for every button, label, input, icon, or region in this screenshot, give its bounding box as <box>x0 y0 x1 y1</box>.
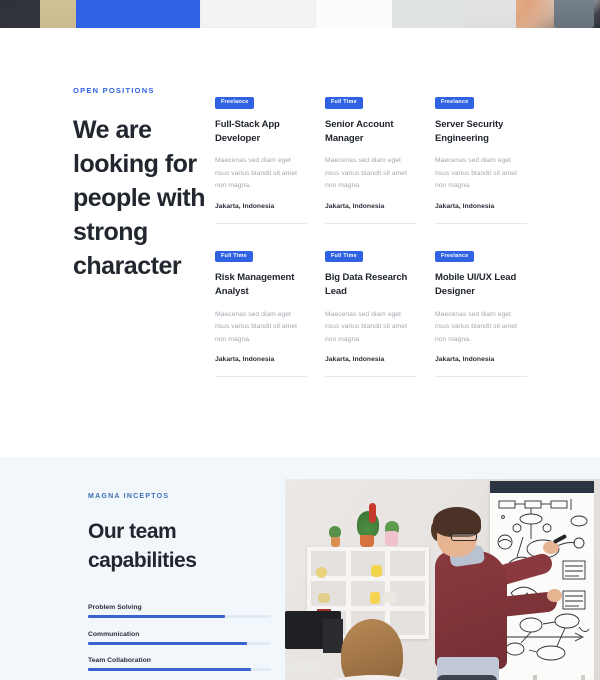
job-type-badge: Freelance <box>215 97 255 109</box>
skill-progress-track <box>88 668 271 672</box>
capabilities-eyebrow: MAGNA INCEPTOS <box>88 493 170 501</box>
photo-shelf-object <box>318 593 330 604</box>
open-positions-section: OPEN POSITIONS We are looking for people… <box>0 28 600 398</box>
job-card[interactable]: Full Time Risk Management Analyst Maecen… <box>215 244 307 378</box>
top-cutoff-strip: consectetur adipiscing elit. consectetur… <box>0 0 600 28</box>
photo-flipchart-leg <box>533 675 537 680</box>
job-title[interactable]: Big Data Research Lead <box>325 271 417 300</box>
open-positions-eyebrow: OPEN POSITIONS <box>73 86 155 95</box>
strip-photo-right <box>464 0 600 28</box>
job-description: Maecenas sed diam eget risus varius blan… <box>325 310 407 343</box>
job-description: Maecenas sed diam eget risus varius blan… <box>215 157 297 190</box>
photo-presenter-torso <box>435 551 507 670</box>
skill-progress-fill <box>88 615 226 619</box>
job-location: Jakarta, Indonesia <box>325 356 385 364</box>
photo-shelf-object <box>370 592 380 605</box>
strip-card-white[interactable]: consectetur adipiscing elit. <box>200 0 316 28</box>
team-photo <box>285 479 600 680</box>
strip-card-row: consectetur adipiscing elit. consectetur… <box>0 0 600 28</box>
skill-progress-track <box>88 615 271 619</box>
skill-progress-track <box>88 641 271 645</box>
photo-presenter-glasses <box>451 533 477 542</box>
job-title[interactable]: Full-Stack App Developer <box>215 118 307 147</box>
job-title[interactable]: Server Security Engineering <box>435 118 527 147</box>
job-title[interactable]: Senior Account Manager <box>325 118 417 147</box>
job-card[interactable]: Full Time Big Data Research Lead Maecena… <box>325 244 417 378</box>
photo-shelf-object <box>383 591 396 604</box>
job-location: Jakarta, Indonesia <box>215 202 275 210</box>
job-cards-grid: Freelance Full-Stack App Developer Maece… <box>215 86 600 397</box>
job-card[interactable]: Freelance Mobile UI/UX Lead Designer Mae… <box>435 244 527 378</box>
team-capabilities-section: MAGNA INCEPTOS Our team capabilities Pro… <box>0 457 600 680</box>
photo-foreground-person-head <box>341 619 403 680</box>
skills-list: Problem Solving Communication Team Colla… <box>88 604 271 680</box>
strip-gap <box>316 0 392 28</box>
job-description: Maecenas sed diam eget risus varius blan… <box>215 310 297 343</box>
job-type-badge: Full Time <box>325 97 363 109</box>
job-title[interactable]: Risk Management Analyst <box>215 271 307 300</box>
job-description: Maecenas sed diam eget risus varius blan… <box>435 310 517 343</box>
photo-plant-pot <box>331 537 340 548</box>
photo-presenter-jeans <box>437 675 497 680</box>
photo-flipchart-header <box>490 481 594 494</box>
skill-progress-fill <box>88 641 248 645</box>
photo-monitor-side <box>323 619 343 654</box>
job-type-badge: Freelance <box>435 97 475 109</box>
job-title[interactable]: Mobile UI/UX Lead Designer <box>435 271 527 300</box>
job-type-badge: Freelance <box>435 250 475 263</box>
strip-card-gray <box>392 0 464 28</box>
capabilities-title: Our team capabilities <box>88 520 197 573</box>
capabilities-content: MAGNA INCEPTOS Our team capabilities Pro… <box>0 457 285 680</box>
photo-flowchart-drawing <box>497 499 590 661</box>
photo-flipchart-leg <box>581 675 585 680</box>
open-positions-intro: OPEN POSITIONS We are looking for people… <box>0 86 215 397</box>
photo-plant-pot <box>385 531 398 547</box>
strip-photo-left <box>0 0 76 28</box>
job-card[interactable]: Full Time Senior Account Manager Maecena… <box>325 90 417 224</box>
skill-progress-fill <box>88 668 251 672</box>
job-location: Jakarta, Indonesia <box>215 356 275 364</box>
job-location: Jakarta, Indonesia <box>435 202 495 210</box>
skill-item: Communication <box>88 631 271 645</box>
skill-item: Problem Solving <box>88 604 271 619</box>
open-positions-headline: We are looking for people with strong ch… <box>73 116 206 280</box>
job-type-badge: Full Time <box>215 250 253 263</box>
job-card[interactable]: Freelance Full-Stack App Developer Maece… <box>215 90 307 224</box>
photo-plant-pot <box>360 535 374 548</box>
skill-item: Team Collaboration <box>88 657 271 672</box>
strip-card-blue[interactable]: consectetur adipiscing elit. <box>76 0 200 28</box>
job-type-badge: Full Time <box>325 250 363 263</box>
skill-label: Communication <box>88 630 140 638</box>
photo-shelf-object <box>371 565 382 578</box>
skill-label: Team Collaboration <box>88 657 151 665</box>
job-description: Maecenas sed diam eget risus varius blan… <box>325 157 407 190</box>
job-card[interactable]: Freelance Server Security Engineering Ma… <box>435 90 527 224</box>
job-description: Maecenas sed diam eget risus varius blan… <box>435 157 517 190</box>
job-location: Jakarta, Indonesia <box>435 356 495 364</box>
skill-label: Problem Solving <box>88 604 142 612</box>
photo-flower <box>369 503 376 524</box>
job-location: Jakarta, Indonesia <box>325 202 385 210</box>
